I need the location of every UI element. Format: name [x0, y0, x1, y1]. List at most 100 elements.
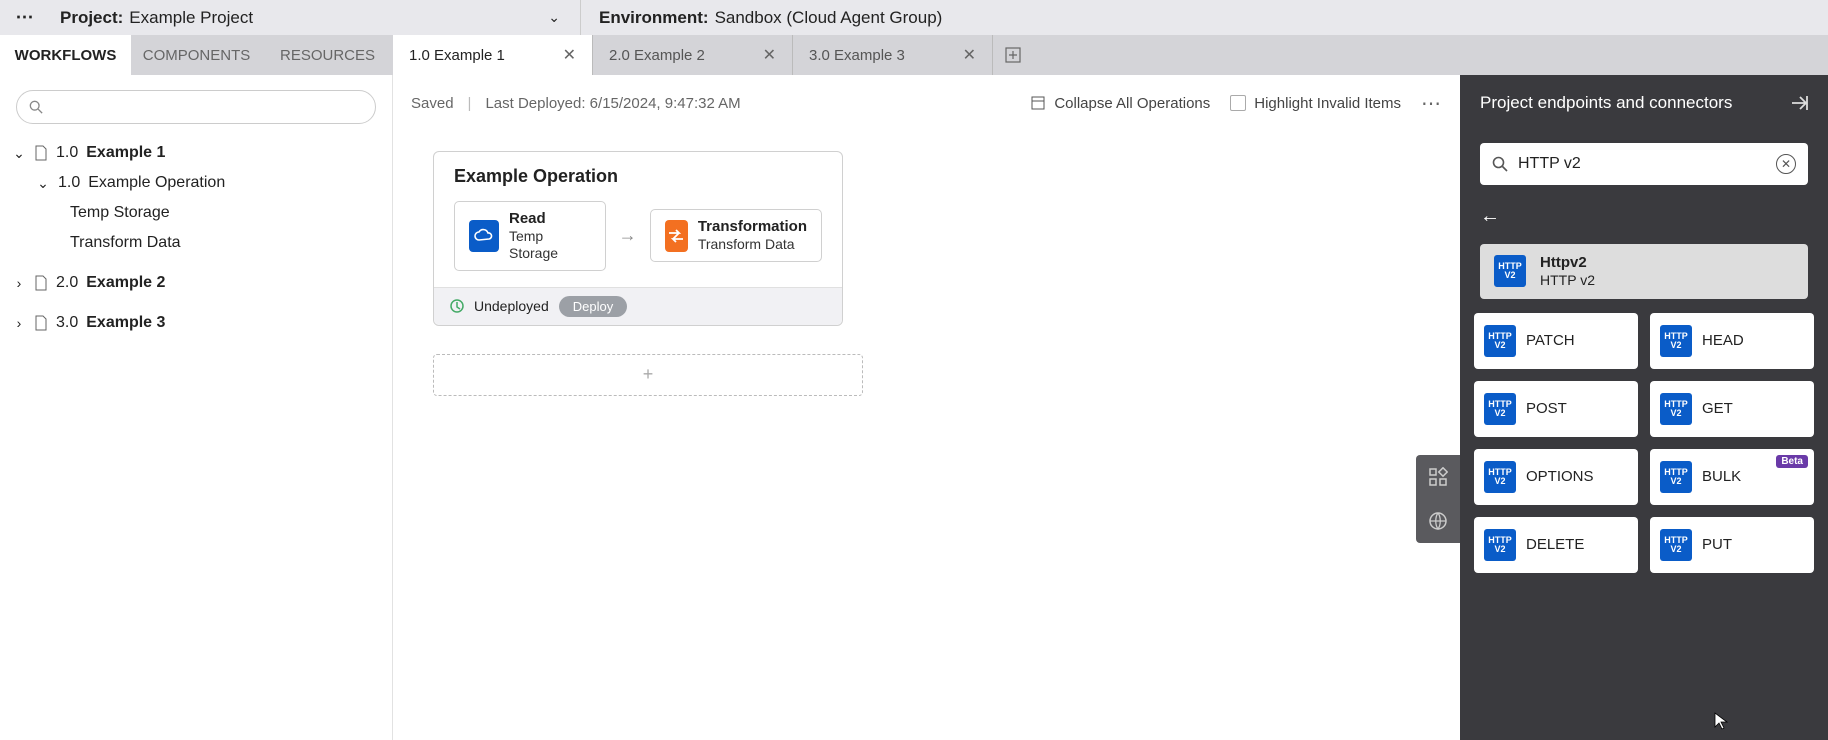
- env-name: Sandbox (Cloud Agent Group): [715, 8, 943, 28]
- search-icon: [1492, 156, 1508, 172]
- tree-node-1-op[interactable]: ⌄ 1.0 Example Operation: [12, 168, 384, 198]
- result-title: Httpv2: [1540, 254, 1595, 272]
- card-post[interactable]: HTTPV2 POST: [1474, 381, 1638, 437]
- doc-tab-label: 2.0 Example 2: [609, 47, 705, 64]
- operation-body: Read Temp Storage → Transformation Trans…: [434, 195, 842, 287]
- collapse-panel-icon[interactable]: [1788, 95, 1808, 111]
- tree-node-num: 1.0: [56, 144, 78, 162]
- widgets-icon[interactable]: [1416, 455, 1460, 499]
- connector-result-httpv2[interactable]: HTTPV2 Httpv2 HTTP v2: [1480, 244, 1808, 299]
- tree-node-label: Example Operation: [88, 174, 225, 192]
- http-v2-icon: HTTPV2: [1660, 325, 1692, 357]
- collapse-all-button[interactable]: Collapse All Operations: [1030, 95, 1210, 112]
- chevron-right-icon[interactable]: ›: [12, 315, 26, 331]
- main-area: ⌄ 1.0 Example 1 ⌄ 1.0 Example Operation …: [0, 75, 1828, 740]
- tree-node-2[interactable]: › 2.0 Example 2: [12, 268, 384, 298]
- method-cards: HTTPV2 PATCH HTTPV2 HEAD HTTPV2 POST HTT…: [1474, 313, 1814, 573]
- activity-transformation[interactable]: Transformation Transform Data: [650, 209, 822, 262]
- tree-node-num: 3.0: [56, 314, 78, 332]
- tab-resources[interactable]: RESOURCES: [262, 35, 393, 75]
- search-icon: [29, 100, 43, 114]
- close-icon[interactable]: ✕: [963, 45, 976, 65]
- card-bulk[interactable]: HTTPV2 BULK Beta: [1650, 449, 1814, 505]
- transform-icon: [665, 220, 688, 252]
- close-icon[interactable]: ✕: [563, 45, 576, 65]
- highlight-invalid-toggle[interactable]: Highlight Invalid Items: [1230, 95, 1401, 112]
- tree-leaf-transform-data[interactable]: Transform Data: [12, 228, 384, 258]
- tree-node-num: 2.0: [56, 274, 78, 292]
- http-v2-icon: HTTPV2: [1660, 529, 1692, 561]
- chevron-down-icon[interactable]: ⌄: [548, 9, 560, 26]
- beta-badge: Beta: [1776, 455, 1808, 468]
- card-head[interactable]: HTTPV2 HEAD: [1650, 313, 1814, 369]
- result-subtitle: HTTP v2: [1540, 272, 1595, 289]
- sidebar: ⌄ 1.0 Example 1 ⌄ 1.0 Example Operation …: [0, 75, 393, 740]
- activity-read[interactable]: Read Temp Storage: [454, 201, 606, 271]
- last-deployed: Last Deployed: 6/15/2024, 9:47:32 AM: [485, 95, 740, 112]
- top-bar: ⋯ Project: Example Project ⌄ Environment…: [0, 0, 1828, 35]
- mouse-cursor-icon: [1714, 712, 1728, 730]
- card-label: PUT: [1702, 536, 1732, 553]
- clear-search-icon[interactable]: ✕: [1776, 154, 1796, 174]
- tab-workflows[interactable]: WORKFLOWS: [0, 35, 131, 75]
- project-name: Example Project: [129, 8, 253, 28]
- activity-subtitle: Transform Data: [698, 236, 807, 253]
- collapse-label: Collapse All Operations: [1054, 95, 1210, 112]
- plus-icon: +: [643, 364, 654, 385]
- doc-tab-1[interactable]: 1.0 Example 1 ✕: [393, 35, 593, 75]
- card-get[interactable]: HTTPV2 GET: [1650, 381, 1814, 437]
- file-icon: [34, 275, 48, 291]
- doc-tab-label: 3.0 Example 3: [809, 47, 905, 64]
- project-selector[interactable]: Project: Example Project ⌄: [50, 8, 580, 28]
- globe-icon[interactable]: [1416, 499, 1460, 543]
- checkbox-icon[interactable]: [1230, 95, 1246, 111]
- operation-footer: Undeployed Deploy: [434, 287, 842, 325]
- project-label: Project:: [60, 8, 123, 28]
- tree-node-1[interactable]: ⌄ 1.0 Example 1: [12, 138, 384, 168]
- chevron-down-icon[interactable]: ⌄: [36, 175, 50, 192]
- tree-node-label: Example 1: [86, 144, 165, 162]
- tree-node-3[interactable]: › 3.0 Example 3: [12, 308, 384, 338]
- close-icon[interactable]: ✕: [763, 45, 776, 65]
- file-icon: [34, 315, 48, 331]
- http-v2-icon: HTTPV2: [1484, 393, 1516, 425]
- http-v2-icon: HTTPV2: [1660, 393, 1692, 425]
- http-v2-icon: HTTPV2: [1494, 255, 1526, 287]
- operation-title: Example Operation: [434, 152, 842, 195]
- connector-search-input[interactable]: [1518, 155, 1766, 173]
- menu-dots-icon[interactable]: ⋯: [0, 7, 50, 28]
- doc-tab-3[interactable]: 3.0 Example 3 ✕: [793, 35, 993, 75]
- cloud-icon: [469, 220, 499, 252]
- environment-info: Environment: Sandbox (Cloud Agent Group): [581, 8, 942, 28]
- card-label: POST: [1526, 400, 1567, 417]
- card-label: HEAD: [1702, 332, 1744, 349]
- activity-title: Read: [509, 210, 591, 228]
- http-v2-icon: HTTPV2: [1660, 461, 1692, 493]
- more-options-icon[interactable]: ⋯: [1421, 91, 1442, 116]
- card-put[interactable]: HTTPV2 PUT: [1650, 517, 1814, 573]
- undeployed-icon: [450, 299, 464, 313]
- back-arrow-icon[interactable]: ←: [1480, 205, 1500, 227]
- tree-node-num: 1.0: [58, 174, 80, 192]
- sidebar-search[interactable]: [16, 90, 376, 124]
- card-delete[interactable]: HTTPV2 DELETE: [1474, 517, 1638, 573]
- doc-tab-2[interactable]: 2.0 Example 2 ✕: [593, 35, 793, 75]
- tree-leaf-label: Temp Storage: [70, 204, 170, 222]
- operation-card[interactable]: Example Operation Read Temp Storage →: [433, 151, 843, 326]
- chevron-right-icon[interactable]: ›: [12, 275, 26, 291]
- http-v2-icon: HTTPV2: [1484, 461, 1516, 493]
- env-label: Environment:: [599, 8, 709, 28]
- card-label: GET: [1702, 400, 1733, 417]
- tab-components[interactable]: COMPONENTS: [131, 35, 262, 75]
- activity-title: Transformation: [698, 218, 807, 236]
- add-operation-dropzone[interactable]: +: [433, 354, 863, 396]
- connector-search[interactable]: ✕: [1480, 143, 1808, 185]
- card-options[interactable]: HTTPV2 OPTIONS: [1474, 449, 1638, 505]
- tree-leaf-temp-storage[interactable]: Temp Storage: [12, 198, 384, 228]
- deploy-button[interactable]: Deploy: [559, 296, 627, 317]
- chevron-down-icon[interactable]: ⌄: [12, 145, 26, 162]
- collapse-icon: [1030, 95, 1046, 111]
- add-tab-button[interactable]: [993, 35, 1033, 75]
- card-patch[interactable]: HTTPV2 PATCH: [1474, 313, 1638, 369]
- document-tabs: 1.0 Example 1 ✕ 2.0 Example 2 ✕ 3.0 Exam…: [393, 35, 1828, 75]
